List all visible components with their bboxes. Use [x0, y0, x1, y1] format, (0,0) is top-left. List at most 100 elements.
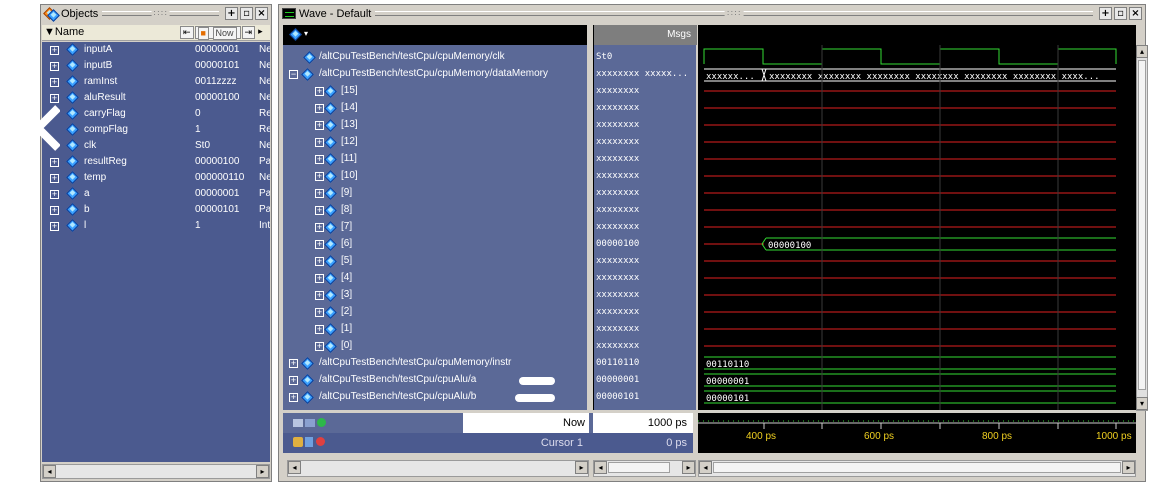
signal-row[interactable]: + [3]: [283, 287, 587, 304]
signal-row[interactable]: /altCpuTestBench/testCpu/cpuMemory/clk: [283, 49, 587, 66]
object-row[interactable]: carryFlag 0 Re: [42, 106, 270, 122]
signal-row[interactable]: + [13]: [283, 117, 587, 134]
expand-icon[interactable]: +: [315, 308, 324, 317]
waveform-pane[interactable]: xxxxxx... xxxxxxxx xxxxxxxx xxxxxxxx xxx…: [698, 25, 1136, 410]
object-row[interactable]: + a 00000001 Pa: [42, 186, 270, 202]
cursor-lock-icon[interactable]: [293, 437, 303, 447]
expand-icon[interactable]: +: [315, 138, 324, 147]
scroll-right-icon[interactable]: ▸: [1122, 461, 1135, 474]
signal-row[interactable]: −/altCpuTestBench/testCpu/cpuMemory/data…: [283, 66, 587, 83]
filter-now-button[interactable]: ■ Now: [194, 26, 241, 40]
scroll-left-icon[interactable]: ◂: [699, 461, 712, 474]
expand-icon[interactable]: +: [289, 393, 298, 402]
scroll-right-icon[interactable]: ▸: [682, 461, 695, 474]
expand-icon[interactable]: +: [50, 190, 59, 199]
signal-row[interactable]: + [1]: [283, 321, 587, 338]
expand-icon[interactable]: +: [315, 291, 324, 300]
collapse-icon[interactable]: −: [289, 70, 298, 79]
signal-row[interactable]: + [6]: [283, 236, 587, 253]
signal-horizontal-scrollbar[interactable]: ◂ ▸: [287, 460, 589, 477]
name-column-header[interactable]: ▼Name: [44, 26, 84, 38]
object-row[interactable]: compFlag 1 Re: [42, 122, 270, 138]
expand-icon[interactable]: +: [315, 189, 324, 198]
scroll-thumb[interactable]: [1138, 60, 1146, 390]
scroll-left-icon[interactable]: ◂: [288, 461, 301, 474]
objects-titlebar[interactable]: Objects :::: + ▫ ×: [41, 5, 271, 22]
expand-icon[interactable]: +: [289, 359, 298, 368]
expand-icon[interactable]: +: [50, 174, 59, 183]
object-row[interactable]: + b 00000101 Pa: [42, 202, 270, 218]
signal-row[interactable]: + [9]: [283, 185, 587, 202]
object-row[interactable]: + l 1 Int: [42, 218, 270, 234]
object-row[interactable]: + temp 000000110 Ne: [42, 170, 270, 186]
expand-icon[interactable]: +: [315, 223, 324, 232]
object-row[interactable]: + inputB 00000101 Ne: [42, 58, 270, 74]
scroll-left-icon[interactable]: ◂: [594, 461, 607, 474]
signal-row[interactable]: + [7]: [283, 219, 587, 236]
wave-horizontal-scrollbar[interactable]: ◂ ▸: [698, 460, 1136, 477]
signal-row[interactable]: + [5]: [283, 253, 587, 270]
expand-icon[interactable]: +: [50, 46, 59, 55]
wave-dock-button[interactable]: +: [1099, 7, 1112, 20]
signal-row[interactable]: +/altCpuTestBench/testCpu/cpuAlu/b: [283, 389, 587, 406]
msgs-horizontal-scrollbar[interactable]: ◂ ▸: [593, 460, 696, 477]
wave-vertical-scrollbar[interactable]: ▴ ▾: [1136, 45, 1148, 411]
expand-icon[interactable]: +: [315, 206, 324, 215]
cursor-row[interactable]: Cursor 1 0 ps: [283, 433, 693, 453]
expand-icon[interactable]: +: [315, 274, 324, 283]
expand-icon[interactable]: +: [315, 257, 324, 266]
scroll-up-icon[interactable]: ▴: [1136, 45, 1148, 58]
signal-row[interactable]: + [12]: [283, 134, 587, 151]
signal-menu-icon[interactable]: ▾: [289, 28, 311, 41]
signal-row[interactable]: + [11]: [283, 151, 587, 168]
expand-icon[interactable]: +: [50, 78, 59, 87]
cursor-delete-icon[interactable]: [316, 437, 325, 446]
signal-row[interactable]: + [15]: [283, 83, 587, 100]
expand-icon[interactable]: +: [315, 240, 324, 249]
objects-horizontal-scrollbar[interactable]: ◂ ▸: [42, 464, 270, 479]
scroll-thumb[interactable]: [713, 462, 1121, 473]
signal-row[interactable]: + [8]: [283, 202, 587, 219]
object-row[interactable]: clk St0 Ne: [42, 138, 270, 154]
expand-icon[interactable]: +: [50, 222, 59, 231]
objects-drag-grip[interactable]: ::::: [102, 8, 219, 17]
scroll-left-icon[interactable]: ◂: [43, 465, 56, 478]
scroll-thumb[interactable]: [608, 462, 670, 473]
expand-icon[interactable]: +: [315, 342, 324, 351]
signal-row[interactable]: + [0]: [283, 338, 587, 355]
expand-icon[interactable]: +: [315, 325, 324, 334]
scroll-right-icon[interactable]: ▸: [256, 26, 265, 39]
wave-close-button[interactable]: ×: [1129, 7, 1142, 20]
expand-icon[interactable]: +: [289, 376, 298, 385]
filter-inputs-icon[interactable]: ⇤: [180, 26, 194, 39]
expand-icon[interactable]: +: [315, 121, 324, 130]
signal-row[interactable]: + [10]: [283, 168, 587, 185]
objects-close-button[interactable]: ×: [255, 7, 268, 20]
expand-icon[interactable]: +: [50, 62, 59, 71]
expand-icon[interactable]: +: [315, 155, 324, 164]
signal-row[interactable]: + [4]: [283, 270, 587, 287]
wave-titlebar[interactable]: Wave - Default :::: + ▫ ×: [279, 5, 1145, 22]
scroll-right-icon[interactable]: ▸: [256, 465, 269, 478]
expand-icon[interactable]: +: [315, 87, 324, 96]
expand-icon[interactable]: +: [315, 172, 324, 181]
filter-outputs-icon[interactable]: ⇥: [241, 26, 256, 39]
object-row[interactable]: + aluResult 00000100 Ne: [42, 90, 270, 106]
scroll-right-icon[interactable]: ▸: [575, 461, 588, 474]
objects-dock-button[interactable]: +: [225, 7, 238, 20]
toolbar-icons[interactable]: [293, 417, 329, 429]
time-axis[interactable]: 400 ps 600 ps 800 ps 1000 ps: [698, 413, 1136, 453]
object-row[interactable]: + resultReg 00000100 Pa: [42, 154, 270, 170]
object-row[interactable]: + inputA 00000001 Ne: [42, 42, 270, 58]
objects-undock-button[interactable]: ▫: [240, 7, 253, 20]
wave-undock-button[interactable]: ▫: [1114, 7, 1127, 20]
cursor-edit-icon[interactable]: [305, 437, 313, 447]
signal-row[interactable]: + [2]: [283, 304, 587, 321]
wave-drag-grip[interactable]: ::::: [375, 8, 1093, 17]
signal-row[interactable]: +/altCpuTestBench/testCpu/cpuAlu/a: [283, 372, 587, 389]
expand-icon[interactable]: +: [50, 206, 59, 215]
scroll-down-icon[interactable]: ▾: [1136, 397, 1148, 410]
object-row[interactable]: + ramInst 0011zzzz Ne: [42, 74, 270, 90]
signal-row[interactable]: + [14]: [283, 100, 587, 117]
expand-icon[interactable]: +: [315, 104, 324, 113]
